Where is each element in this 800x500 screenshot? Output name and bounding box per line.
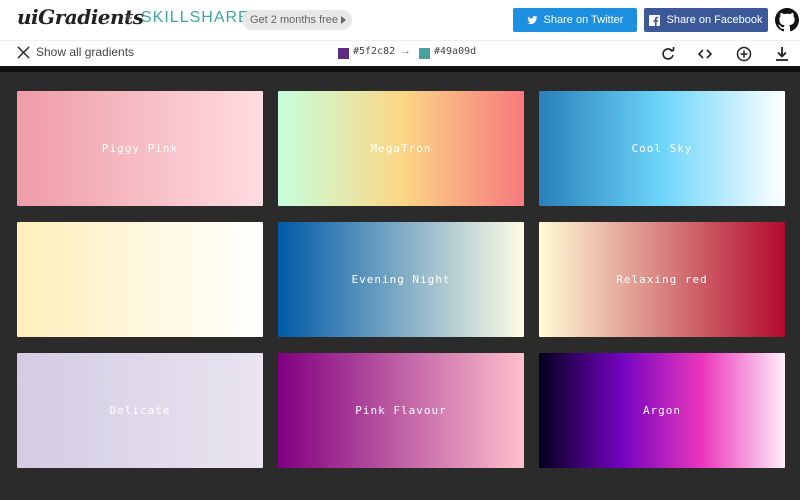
share-twitter-button[interactable]: Share on Twitter [513,8,637,32]
gradient-card[interactable]: Evening Night [278,222,524,337]
plus-sign: + [124,10,133,27]
promo-label: Get 2 months free [250,14,339,26]
color-to-swatch [419,48,430,59]
gradient-name: Relaxing red [616,273,708,286]
facebook-icon [649,14,661,26]
color-from-swatch [338,48,349,59]
play-arrow-icon [341,16,347,24]
header-divider [0,66,800,72]
github-icon[interactable] [775,8,799,32]
close-icon [17,45,30,59]
show-all-gradients-button[interactable]: Show all gradients [17,45,134,59]
gradient-card[interactable]: Piggy Pink [17,91,263,206]
download-icon[interactable] [774,46,790,62]
share-facebook-button[interactable]: Share on Facebook [644,8,768,32]
twitter-icon [527,15,538,24]
add-icon[interactable] [736,46,752,62]
gradient-card[interactable]: Argon [539,353,785,468]
gradient-card[interactable]: Pink Flavour [278,353,524,468]
gradient-name: Argon [642,404,682,417]
gradient-name: MegaTron [370,142,432,155]
gradient-name: Evening Night [351,273,451,286]
top-bar: uiGradients + SKILLSHARE Get 2 months fr… [0,0,800,40]
gradient-card[interactable]: Delicate [17,353,263,468]
gradient-card[interactable]: Relaxing red [539,222,785,337]
gradient-name: Cool Sky [631,142,693,155]
color-from-hex[interactable]: #5f2c82 [353,46,395,57]
sub-toolbar: Show all gradients #5f2c82 → #49a09d [0,40,800,66]
facebook-label: Share on Facebook [666,14,763,26]
gradient-card[interactable] [17,222,263,337]
rotate-icon[interactable] [660,46,676,62]
code-icon[interactable] [697,46,713,62]
twitter-label: Share on Twitter [543,14,624,26]
gradient-name [17,222,263,337]
gradient-card[interactable]: MegaTron [278,91,524,206]
color-to-hex[interactable]: #49a09d [434,46,476,57]
arrow-icon: → [400,45,411,57]
skillshare-link[interactable]: SKILLSHARE [141,9,250,27]
gradient-name: Delicate [109,404,171,417]
show-all-label: Show all gradients [36,45,135,59]
gradient-card[interactable]: Cool Sky [539,91,785,206]
gradient-name: Piggy Pink [101,142,179,155]
gradient-name: Pink Flavour [355,404,447,417]
promo-button[interactable]: Get 2 months free [242,10,353,30]
